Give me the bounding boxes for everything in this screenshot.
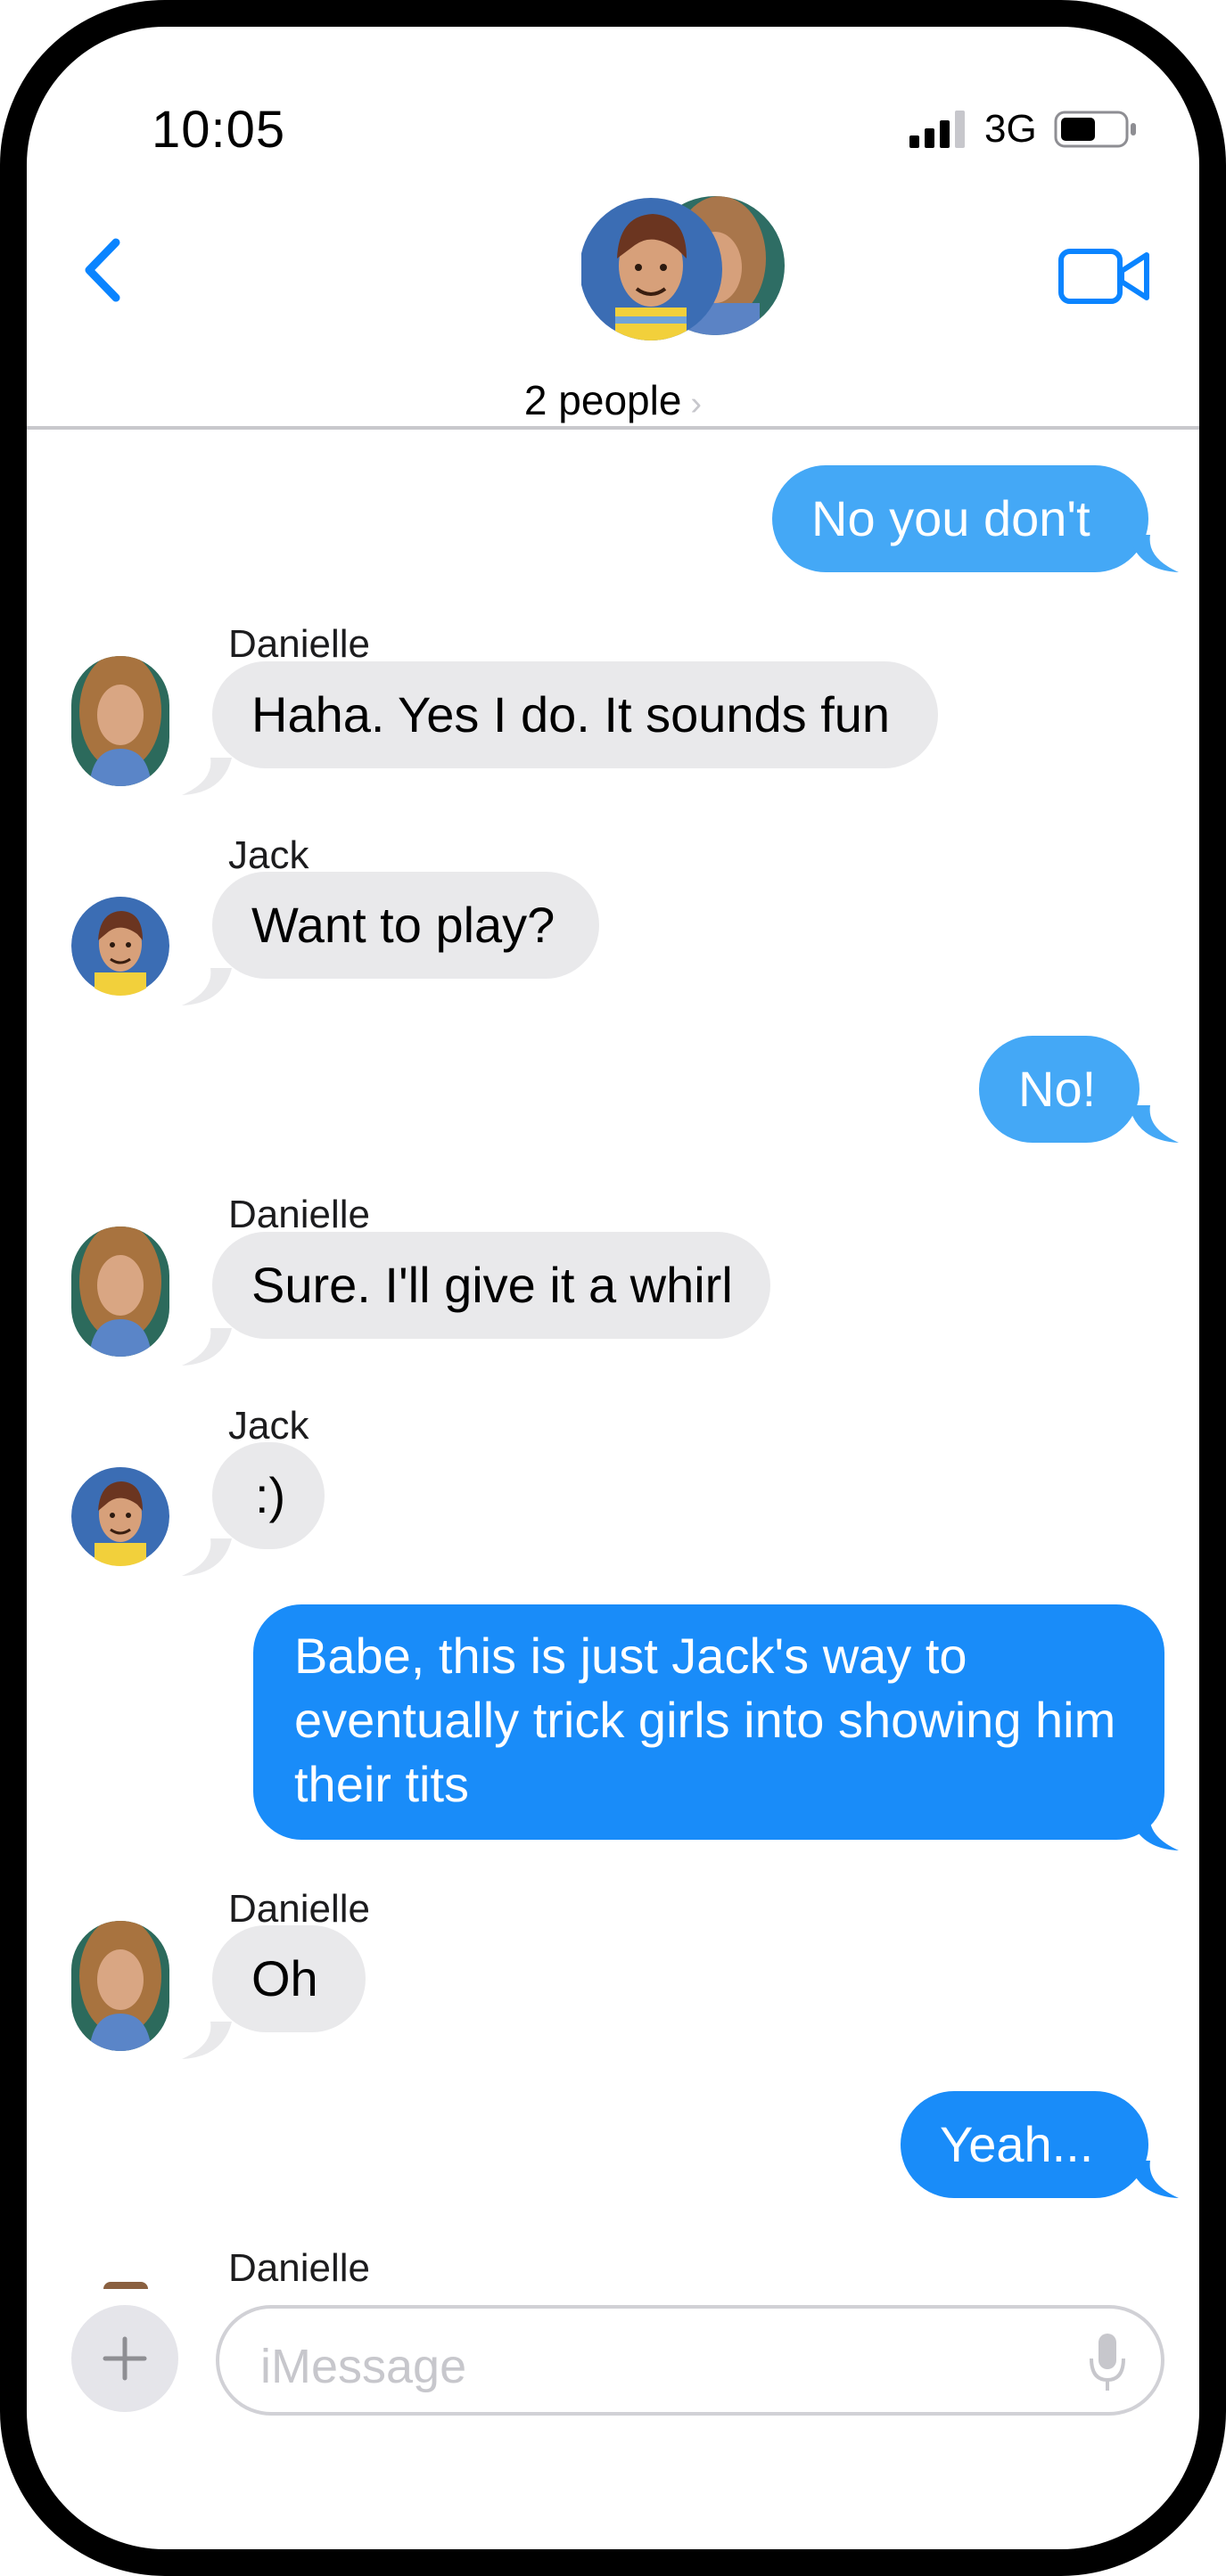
message-bubble-outgoing[interactable]: Babe, this is just Jack's way to eventua… <box>253 1604 1164 1840</box>
bubble-tail <box>182 2022 232 2059</box>
video-call-icon[interactable] <box>1057 242 1152 310</box>
sender-name: Danielle <box>228 1193 370 1236</box>
message-text: No! <box>1018 1061 1097 1117</box>
chevron-right-icon: › <box>690 385 703 422</box>
status-time: 10:05 <box>152 101 286 159</box>
message-text-line: their tits <box>294 1756 470 1812</box>
message-text: Oh <box>251 1950 318 2006</box>
network-type: 3G <box>984 107 1037 151</box>
message-bubble-outgoing[interactable]: Yeah... <box>901 2091 1148 2198</box>
jack-avatar[interactable] <box>71 1466 169 1566</box>
message-bubble-outgoing[interactable]: No you don't <box>772 465 1148 572</box>
group-members-button[interactable]: 2 people › <box>27 376 1199 424</box>
plus-icon <box>103 2336 147 2381</box>
signal-icon <box>909 111 965 148</box>
avatar-partial <box>103 2282 148 2289</box>
group-avatar[interactable] <box>581 196 786 348</box>
bubble-tail <box>182 1538 232 1576</box>
bubble-tail <box>1129 1105 1179 1143</box>
danielle-avatar[interactable] <box>71 1921 169 2051</box>
message-bubble-incoming[interactable]: :) <box>212 1442 325 1549</box>
phone-screen: 10:05 3G 2 people › No you don't Daniell… <box>0 0 1226 2576</box>
message-bubble-incoming[interactable]: Sure. I'll give it a whirl <box>212 1232 770 1339</box>
danielle-avatar[interactable] <box>71 1226 169 1357</box>
message-bubble-incoming[interactable]: Oh <box>212 1925 366 2032</box>
message-text: Sure. I'll give it a whirl <box>251 1257 733 1313</box>
message-text: Yeah... <box>940 2116 1094 2172</box>
bubble-tail <box>182 1328 232 1366</box>
message-input[interactable]: iMessage <box>216 2305 1164 2416</box>
battery-icon <box>1054 111 1136 148</box>
plus-button[interactable] <box>71 2305 178 2412</box>
message-text: No you don't <box>811 490 1090 546</box>
bubble-tail <box>182 758 232 795</box>
message-bubble-outgoing[interactable]: No! <box>979 1036 1140 1143</box>
back-icon[interactable] <box>70 221 132 319</box>
bubble-tail <box>1129 2161 1179 2198</box>
sender-name: Danielle <box>228 2246 370 2290</box>
message-bubble-incoming[interactable]: Haha. Yes I do. It sounds fun <box>212 661 938 768</box>
message-bubble-incoming[interactable]: Want to play? <box>212 872 599 979</box>
message-text: Haha. Yes I do. It sounds fun <box>251 686 891 742</box>
message-text-line: Babe, this is just Jack's way to <box>294 1628 967 1684</box>
sender-name: Danielle <box>228 622 370 666</box>
microphone-icon[interactable] <box>1088 2332 1127 2394</box>
danielle-avatar[interactable] <box>71 656 169 786</box>
message-text-line: eventually trick girls into showing him <box>294 1692 1116 1748</box>
message-text: Want to play? <box>251 897 555 953</box>
message-text: :) <box>255 1467 286 1523</box>
bubble-tail <box>1129 535 1179 572</box>
header-divider <box>27 426 1199 430</box>
jack-avatar[interactable] <box>71 896 169 996</box>
group-label: 2 people <box>523 377 682 423</box>
bubble-tail <box>1129 1813 1179 1850</box>
message-input-placeholder: iMessage <box>260 2340 467 2393</box>
bubble-tail <box>182 968 232 1005</box>
